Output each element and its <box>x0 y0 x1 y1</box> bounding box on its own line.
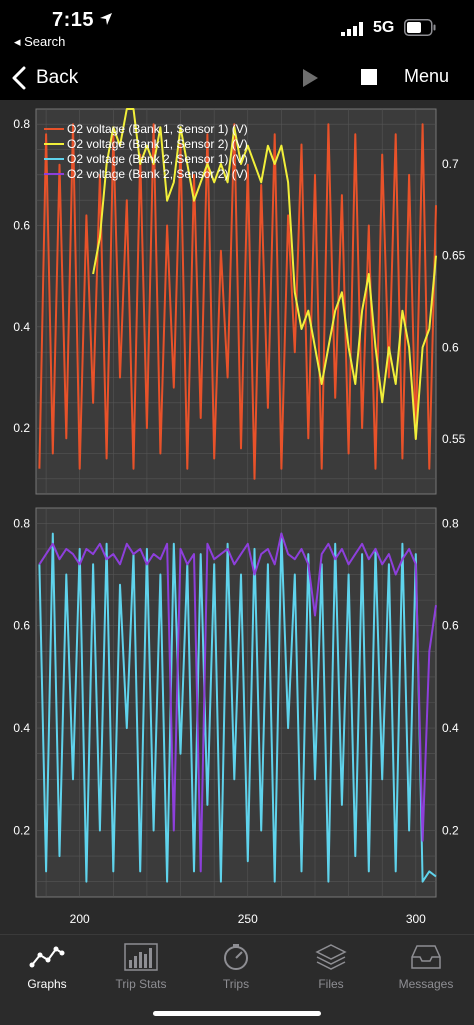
tab-trip-stats[interactable]: Trip Stats <box>94 943 188 991</box>
play-icon[interactable] <box>301 68 319 88</box>
left-axis-tick-label: 0.6 <box>13 619 30 633</box>
left-axis-tick-label: 0.8 <box>13 516 30 530</box>
gauge-icon <box>224 944 248 970</box>
right-axis-tick-label: 0.6 <box>442 340 459 354</box>
status-time: 7:15 <box>52 9 95 31</box>
back-button-label: Back <box>36 67 79 88</box>
stop-button[interactable] <box>361 69 377 85</box>
legend-label: O2 voltage (Bank 2, Sensor 2) (V) <box>67 167 248 181</box>
battery-icon <box>404 19 436 36</box>
left-axis-tick-label: 0.4 <box>13 721 30 735</box>
tab-label: Graphs <box>27 977 67 991</box>
legend-label: O2 voltage (Bank 1, Sensor 2) (V) <box>67 137 248 151</box>
menu-button[interactable]: Menu <box>404 66 449 87</box>
tab-messages[interactable]: Messages <box>379 943 473 991</box>
left-axis-tick-label: 0.4 <box>13 320 30 334</box>
right-axis-tick-label: 0.2 <box>442 823 459 837</box>
right-axis-tick-label: 0.6 <box>442 619 459 633</box>
location-arrow-icon <box>100 13 112 25</box>
chevron-left-icon <box>12 66 26 90</box>
right-axis-tick-label: 0.55 <box>442 432 466 446</box>
tab-label: Trips <box>222 977 250 991</box>
left-axis-tick-label: 0.2 <box>13 421 30 435</box>
right-axis-tick-label: 0.4 <box>442 721 459 735</box>
tab-graphs[interactable]: Graphs <box>0 943 94 991</box>
left-axis-tick-label: 0.8 <box>13 117 30 131</box>
right-axis-tick-label: 0.8 <box>442 516 459 530</box>
x-axis-tick-label: 200 <box>70 912 90 926</box>
status-bar: 7:15 ◂ Search 5G <box>0 0 474 56</box>
nav-bar: Back Menu <box>0 56 474 100</box>
legend-label: O2 voltage (Bank 1, Sensor 1) (V) <box>67 122 248 136</box>
graph-area[interactable]: 0.2 0.4 0.6 0.8 0.55 0.6 0.65 0.7 0.2 0.4 0.6 0.8 0.… <box>0 100 474 934</box>
right-axis-tick-label: 0.65 <box>442 249 466 263</box>
x-axis-tick-label: 250 <box>238 912 258 926</box>
right-axis-tick-label: 0.7 <box>442 157 459 171</box>
back-button[interactable]: Back <box>10 62 78 94</box>
left-axis-tick-label: 0.6 <box>13 219 30 233</box>
tab-label: Messages <box>398 977 454 991</box>
back-to-search-link[interactable]: ◂ Search <box>14 34 65 50</box>
tab-label: Trip Stats <box>115 977 167 991</box>
tab-label: Files <box>318 977 344 991</box>
bar-chart-icon <box>124 943 158 971</box>
tab-trips[interactable]: Trips <box>189 943 283 991</box>
x-axis-tick-label: 300 <box>406 912 426 926</box>
home-indicator <box>153 1011 321 1016</box>
inbox-icon <box>411 945 441 969</box>
tab-files[interactable]: Files <box>284 943 378 991</box>
layers-icon <box>315 944 347 970</box>
left-axis-tick-label: 0.2 <box>13 823 30 837</box>
o2-voltage-charts[interactable]: 0.2 0.4 0.6 0.8 0.55 0.6 0.65 0.7 0.2 0.4 0.6 0.8 0.… <box>0 100 474 934</box>
legend-label: O2 voltage (Bank 2, Sensor 1) (V) <box>67 152 248 166</box>
network-type: 5G <box>373 19 395 36</box>
graph-icon <box>29 946 65 968</box>
cellular-signal-icon <box>341 22 363 36</box>
